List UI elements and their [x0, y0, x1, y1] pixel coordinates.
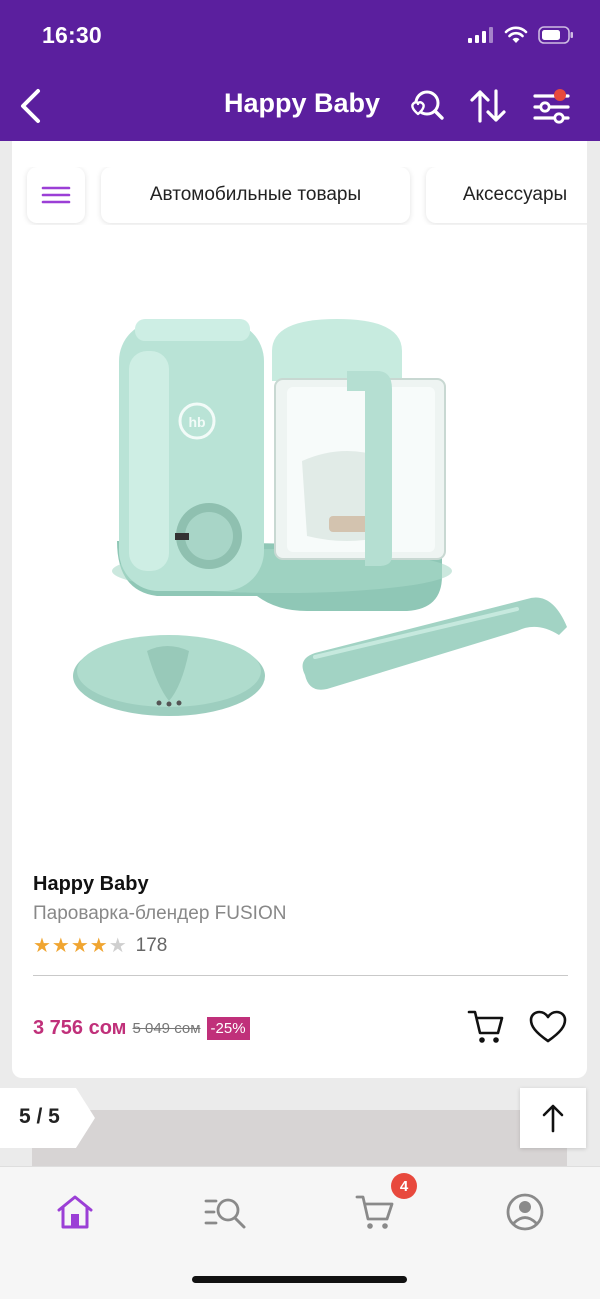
page-title: Happy Baby: [224, 88, 381, 118]
next-product-card[interactable]: [32, 1110, 567, 1170]
heart-search-icon: [411, 90, 444, 120]
page-indicator: 5 / 5: [0, 1088, 95, 1148]
menu-icon: [41, 186, 71, 204]
heart-icon: [529, 1010, 567, 1043]
rating-stars: ★★★★★: [33, 935, 128, 957]
old-price: 5 049 сом: [132, 1020, 201, 1037]
page-indicator-label: 5 / 5: [19, 1105, 60, 1128]
filter-icon: [533, 89, 570, 124]
filter-button[interactable]: [530, 84, 574, 128]
cart-icon: [355, 1195, 394, 1229]
product-rating: ★★★★★ 178: [33, 933, 167, 958]
home-indicator: [192, 1276, 407, 1283]
product-logo: hb: [188, 414, 205, 430]
add-to-cart-button[interactable]: [464, 1005, 508, 1049]
battery-icon: [538, 26, 573, 44]
current-price: 3 756 сом: [33, 1017, 127, 1039]
cart-badge: 4: [391, 1173, 417, 1199]
home-icon: [57, 1195, 93, 1229]
product-image[interactable]: hb: [47, 291, 567, 731]
chip-accessories[interactable]: Аксессуары: [426, 167, 587, 223]
status-icons: [468, 26, 574, 44]
nav-catalog-search[interactable]: [195, 1187, 255, 1237]
sort-button[interactable]: [466, 84, 510, 128]
signal-icon: [468, 27, 493, 43]
back-button[interactable]: [10, 82, 50, 130]
product-card[interactable]: Автомобильные товары Аксессуары hb Happy…: [12, 141, 587, 1078]
catalog-search-icon: [204, 1198, 246, 1229]
add-to-favorites-button[interactable]: [526, 1005, 570, 1049]
profile-icon: [506, 1193, 544, 1231]
category-chips: Автомобильные товары Аксессуары: [12, 167, 587, 225]
sort-icon: [470, 89, 506, 123]
chip-auto-goods[interactable]: Автомобильные товары: [101, 167, 410, 223]
discount-badge: -25%: [206, 1017, 250, 1040]
nav-home[interactable]: [45, 1187, 105, 1237]
favorite-search-button[interactable]: [404, 84, 448, 128]
app-header: 16:30 Happy Baby: [0, 0, 600, 141]
chevron-left-icon: [21, 89, 40, 123]
wifi-icon: [504, 26, 528, 43]
chip-menu[interactable]: [27, 167, 85, 223]
arrow-up-icon: [542, 1104, 564, 1133]
reviews-count: 178: [135, 934, 168, 956]
scroll-to-top-button[interactable]: [520, 1088, 586, 1148]
price-row: 3 756 сом 5 049 сом -25%: [33, 1017, 250, 1040]
divider: [33, 975, 568, 976]
nav-profile[interactable]: [495, 1187, 555, 1237]
product-brand[interactable]: Happy Baby: [33, 873, 149, 896]
status-time: 16:30: [42, 22, 102, 48]
product-name[interactable]: Пароварка-блендер FUSION: [33, 903, 286, 925]
cart-icon: [467, 1010, 504, 1043]
